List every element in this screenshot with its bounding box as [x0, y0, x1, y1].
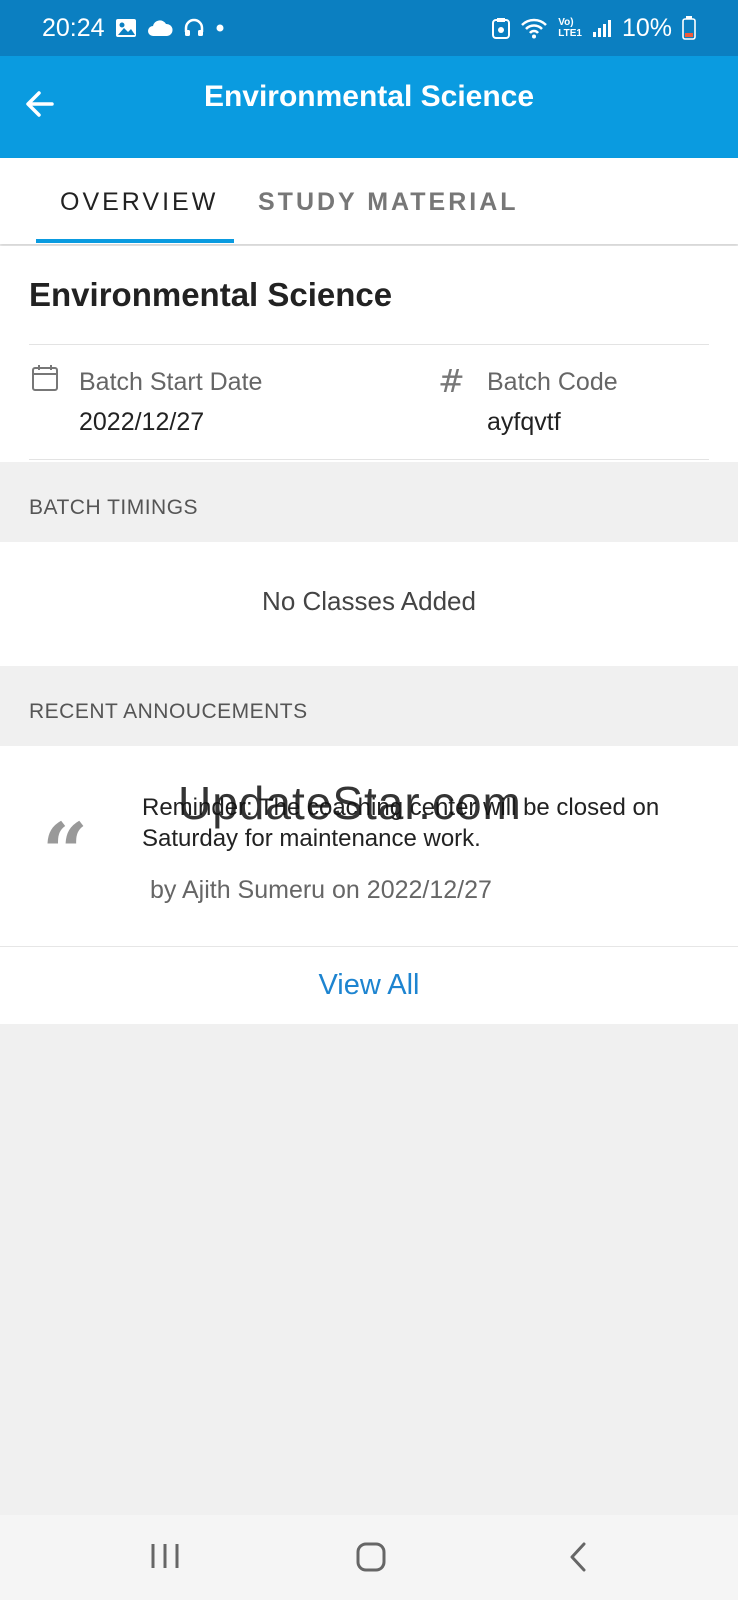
divider — [29, 344, 709, 345]
hash-icon: # — [438, 362, 465, 400]
batch-timings-block: No Classes Added — [0, 542, 738, 666]
course-title: Environmental Science — [29, 276, 393, 313]
signal-icon — [592, 20, 611, 37]
batch-code-label: Batch Code — [487, 368, 618, 396]
calendar-icon — [32, 365, 58, 391]
view-all-link[interactable]: View All — [0, 969, 738, 1002]
dot-icon — [216, 24, 224, 32]
active-tab-indicator — [36, 239, 234, 243]
status-bar: 20:24 Vo) LTE1 10% — [0, 0, 738, 56]
headset-icon — [184, 18, 203, 36]
wifi-icon — [521, 18, 548, 39]
recent-apps-icon[interactable] — [148, 1541, 182, 1571]
image-icon — [115, 19, 136, 37]
divider — [29, 459, 709, 460]
battery-icon — [682, 16, 696, 40]
view-all-block: View All — [0, 946, 738, 1024]
back-nav-icon[interactable] — [566, 1541, 590, 1573]
app-bar: Environmental Science — [0, 56, 738, 158]
batch-code-value: ayfqvtf — [487, 408, 561, 436]
batch-start-value: 2022/12/27 — [79, 408, 205, 436]
batch-start-label: Batch Start Date — [79, 368, 263, 396]
save-icon — [492, 18, 511, 39]
batch-timings-header: BATCH TIMINGS — [29, 496, 199, 519]
announcement-meta: by Ajith Sumeru on 2022/12/27 — [150, 876, 492, 904]
tab-overview[interactable]: OVERVIEW — [60, 188, 218, 217]
battery-percent: 10% — [621, 13, 672, 42]
tab-bar: OVERVIEW STUDY MATERIAL — [0, 158, 738, 244]
page-title: Environmental Science — [203, 80, 535, 113]
system-nav-bar — [0, 1515, 738, 1600]
announcements-header: RECENT ANNOUCEMENTS — [29, 700, 308, 723]
home-icon[interactable] — [355, 1541, 387, 1573]
watermark: UpdateStar.com — [178, 777, 522, 829]
volte-icon: Vo) LTE1 — [558, 17, 582, 39]
status-time: 20:24 — [42, 13, 105, 42]
overview-card: Environmental Science Batch Start Date 2… — [0, 246, 738, 462]
announcement-item[interactable]: “ Reminder: The coaching center will be … — [0, 746, 738, 946]
tab-study-material[interactable]: STUDY MATERIAL — [258, 188, 519, 217]
cloud-icon — [147, 20, 173, 36]
no-classes-text: No Classes Added — [262, 586, 476, 616]
quote-icon: “ — [42, 805, 89, 899]
